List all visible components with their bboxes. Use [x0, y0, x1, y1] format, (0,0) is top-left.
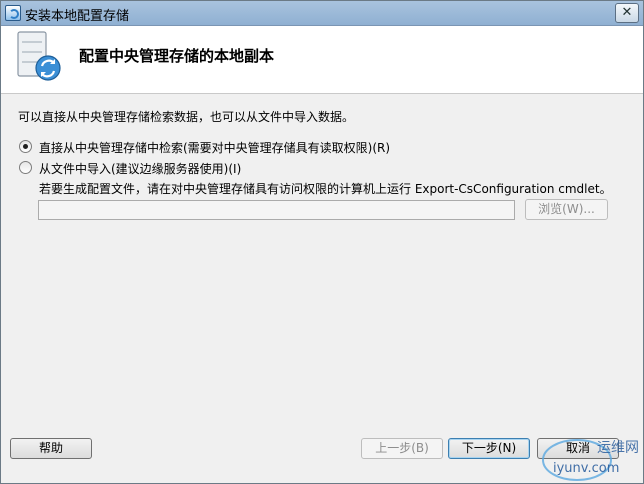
next-button[interactable]: 下一步(N)	[448, 438, 530, 459]
browse-button[interactable]: 浏览(W)...	[525, 199, 608, 220]
window-title: 安装本地配置存储	[25, 9, 130, 24]
close-button[interactable]: ✕	[615, 3, 639, 23]
setup-dialog: 安装本地配置存储 ✕ 配置中央管理存储的本地副本 可以直接从中央管理存储检索数据…	[0, 0, 644, 484]
description-text: 可以直接从中央管理存储检索数据，也可以从文件中导入数据。	[18, 110, 355, 124]
import-hint-text: 若要生成配置文件，请在对中央管理存储具有访问权限的计算机上运行 Export-C…	[39, 182, 612, 196]
server-sync-icon	[17, 31, 61, 81]
watermark-site: iyunv.com	[553, 461, 619, 476]
option-import-file-radio[interactable]	[19, 161, 32, 174]
title-bar[interactable]: 安装本地配置存储 ✕	[1, 1, 643, 26]
back-button[interactable]: 上一步(B)	[361, 438, 443, 459]
watermark-logo: 运维网 iyunv.com	[542, 439, 639, 481]
option-central-store-label[interactable]: 直接从中央管理存储中检索(需要对中央管理存储具有读取权限)(R)	[39, 139, 390, 156]
close-icon: ✕	[621, 5, 633, 20]
help-button[interactable]: 帮助	[10, 438, 92, 459]
file-path-input[interactable]	[38, 200, 515, 220]
app-icon	[5, 5, 21, 21]
page-title: 配置中央管理存储的本地副本	[79, 47, 275, 65]
option-import-file-label[interactable]: 从文件中导入(建议边缘服务器使用)(I)	[39, 160, 241, 177]
option-central-store-radio[interactable]	[19, 140, 32, 153]
watermark-brand: 运维网	[597, 440, 639, 456]
header-panel: 配置中央管理存储的本地副本	[1, 26, 643, 94]
